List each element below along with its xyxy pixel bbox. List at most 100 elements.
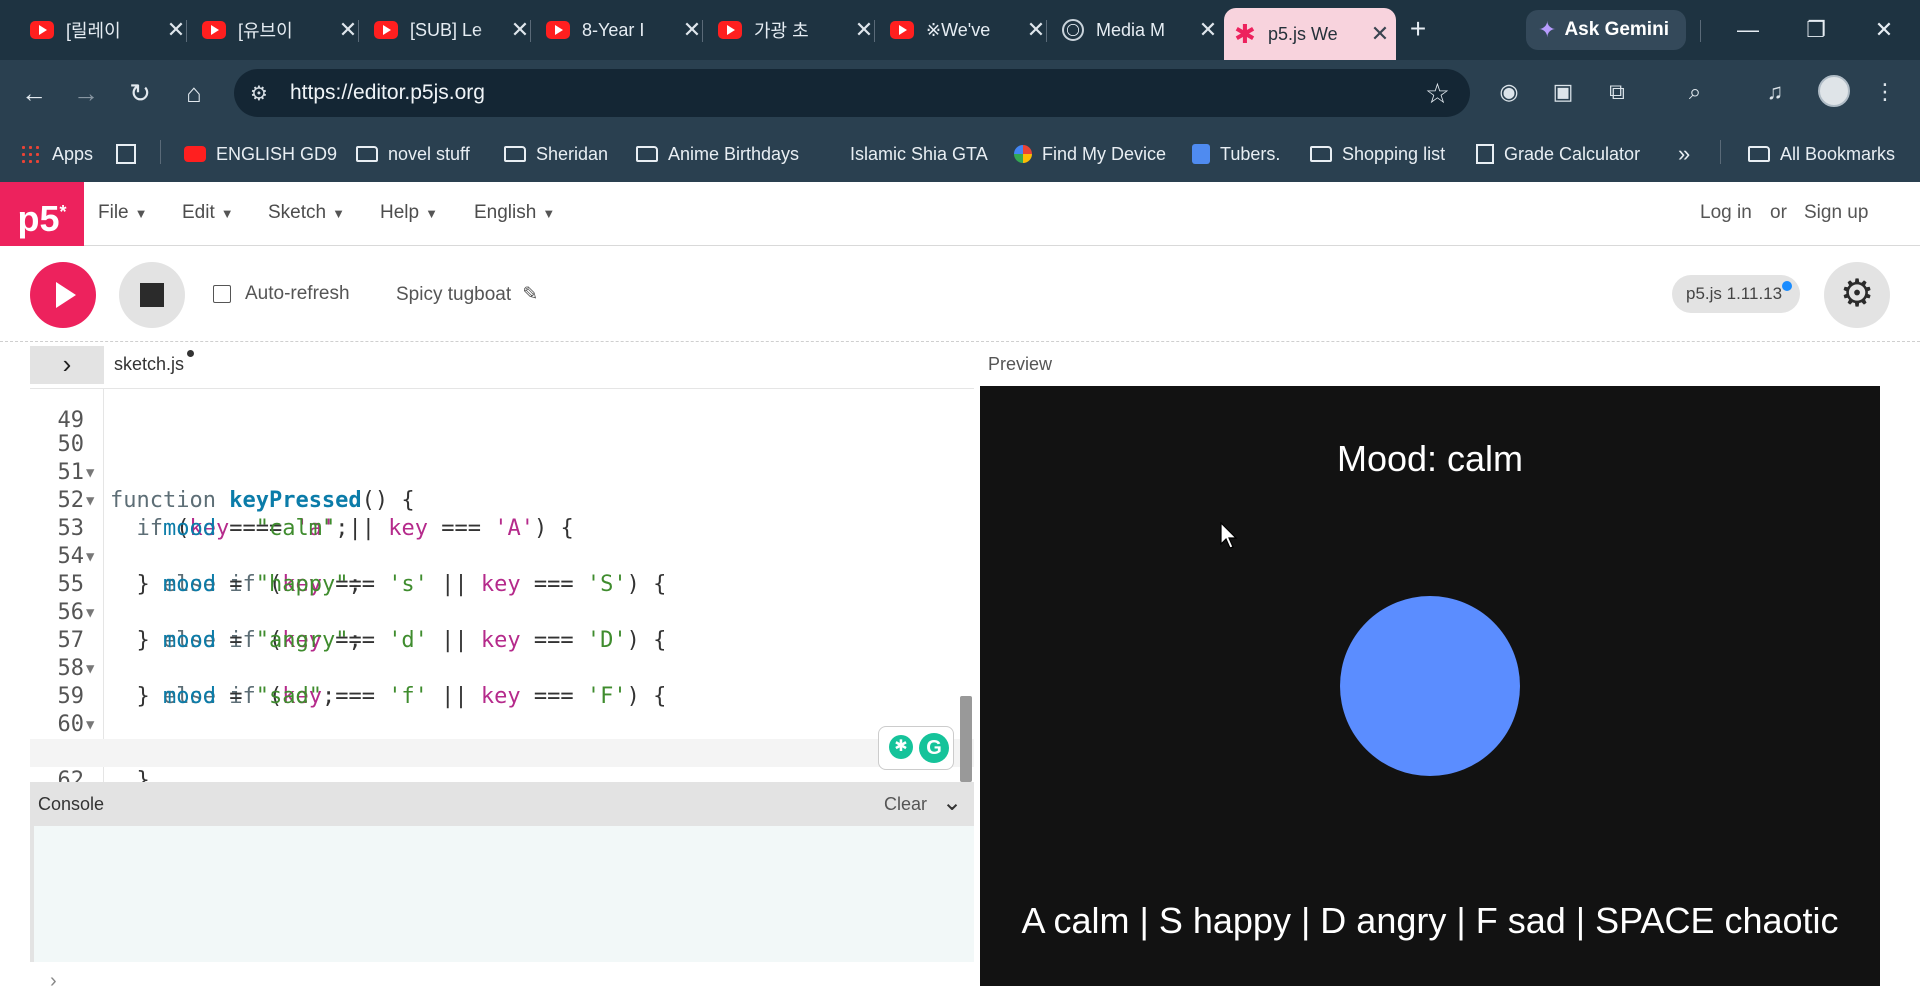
- globe-icon: [1062, 19, 1084, 41]
- bookmark-item[interactable]: Grade Calculator: [1476, 140, 1640, 168]
- console-prompt-chevron-icon[interactable]: ›: [50, 970, 57, 993]
- stop-button[interactable]: [119, 262, 185, 328]
- menu-help[interactable]: Help ▼: [380, 202, 438, 224]
- bookmark-item[interactable]: Tubers.: [1192, 140, 1280, 168]
- forward-arrow-icon[interactable]: →: [68, 75, 104, 111]
- new-tab-button[interactable]: +: [1400, 12, 1436, 48]
- back-arrow-icon[interactable]: ←: [16, 75, 52, 111]
- minimize-icon[interactable]: —: [1726, 12, 1770, 48]
- close-tab-icon[interactable]: ✕: [1192, 17, 1224, 43]
- close-tab-icon[interactable]: ✕: [160, 17, 192, 43]
- bookmark-apps[interactable]: Apps: [20, 140, 93, 168]
- address-bar[interactable]: ⚙ https://editor.p5js.org ☆: [234, 69, 1470, 117]
- browser-tab-strip: [릴레이 ✕ [유브이 ✕ [SUB] Le ✕ 8-Year I ✕ 가광 초…: [0, 0, 1920, 60]
- close-tab-icon[interactable]: ✕: [1364, 21, 1396, 47]
- browser-tab[interactable]: [SUB] Le ✕: [364, 10, 536, 50]
- extension-icon[interactable]: ▣: [1548, 77, 1578, 107]
- lightbulb-icon[interactable]: ✱: [889, 735, 913, 759]
- code-editor[interactable]: 49 50 ▼ function keyPressed() { 51 ▼ if …: [30, 388, 974, 782]
- apps-grid-icon: [20, 144, 42, 164]
- close-tab-icon[interactable]: ✕: [332, 17, 364, 43]
- media-control-icon[interactable]: ♫: [1760, 77, 1790, 107]
- extension-icon[interactable]: ◉: [1494, 77, 1524, 107]
- bookmark-item[interactable]: Islamic Shia GTA: [826, 140, 988, 168]
- sketch-canvas[interactable]: Mood: calm A calm | S happy | D angry | …: [980, 386, 1880, 986]
- grammarly-g-icon[interactable]: G: [919, 733, 949, 763]
- close-tab-icon[interactable]: ✕: [676, 17, 708, 43]
- bookmark-label: Grade Calculator: [1504, 143, 1641, 164]
- more-bookmarks-chevron-icon[interactable]: »: [1678, 140, 1690, 168]
- home-icon[interactable]: ⌂: [176, 75, 212, 111]
- pencil-icon[interactable]: ✎: [522, 284, 538, 305]
- play-button[interactable]: [30, 262, 96, 328]
- google-docs-icon: [1192, 144, 1210, 164]
- close-tab-icon[interactable]: ✕: [1020, 17, 1052, 43]
- puzzle-extensions-icon[interactable]: ⧉: [1602, 77, 1632, 107]
- profile-avatar[interactable]: [1818, 75, 1850, 107]
- bookmark-all[interactable]: All Bookmarks: [1748, 140, 1895, 168]
- browser-tab-active[interactable]: ✱ p5.js We ✕: [1224, 8, 1396, 60]
- settings-gear-button[interactable]: ⚙: [1824, 262, 1890, 328]
- bookmark-folder[interactable]: Sheridan: [504, 140, 608, 168]
- site-info-icon[interactable]: ⚙: [250, 81, 276, 105]
- close-tab-icon[interactable]: ✕: [848, 17, 880, 43]
- auto-refresh-checkbox[interactable]: [213, 285, 231, 303]
- browser-tab[interactable]: 가광 초 ✕: [708, 10, 880, 50]
- code-line: 52 mood = "calm";: [30, 459, 974, 541]
- browser-tab[interactable]: [유브이 ✕: [192, 10, 364, 50]
- chevron-down-icon[interactable]: ⌄: [942, 788, 962, 817]
- console-output[interactable]: [30, 826, 974, 962]
- tab-search-icon[interactable]: ⌕: [1680, 77, 1710, 107]
- bookmark-grid[interactable]: [116, 140, 146, 168]
- menu-dots-icon[interactable]: ⋮: [1870, 77, 1900, 107]
- tab-separator: [186, 20, 187, 42]
- bookmark-star-icon[interactable]: ☆: [1425, 77, 1450, 110]
- tab-title: 가광 초: [754, 21, 809, 41]
- bookmark-item[interactable]: ENGLISH GD9: [184, 140, 337, 168]
- tab-title: 8-Year I: [582, 19, 645, 40]
- file-tab-sketch[interactable]: sketch.js: [114, 350, 195, 375]
- signup-link[interactable]: Sign up: [1804, 202, 1868, 224]
- code-line: 58 mood = "sad";: [30, 627, 974, 709]
- console-clear-button[interactable]: Clear: [884, 794, 927, 815]
- bookmark-item[interactable]: Find My Device: [1014, 140, 1166, 168]
- grammarly-widget[interactable]: ✱ G: [878, 726, 954, 770]
- sketch-name[interactable]: Spicy tugboat ✎: [396, 283, 538, 306]
- gemini-sparkle-icon: ✦: [1538, 17, 1557, 42]
- url-text[interactable]: https://editor.p5js.org: [290, 81, 485, 105]
- bookmark-label: Anime Birthdays: [668, 143, 800, 164]
- login-link[interactable]: Log in: [1700, 202, 1752, 224]
- code-line: 56 mood = "angry";: [30, 571, 974, 653]
- bookmark-label: All Bookmarks: [1780, 143, 1896, 164]
- auto-refresh-label: Auto-refresh: [245, 283, 350, 304]
- menu-edit[interactable]: Edit ▼: [182, 202, 234, 224]
- bookmark-folder[interactable]: Shopping list: [1310, 140, 1445, 168]
- browser-tab[interactable]: 8-Year I ✕: [536, 10, 708, 50]
- menu-label: Sketch: [268, 202, 327, 223]
- browser-tab[interactable]: [릴레이 ✕: [20, 10, 192, 50]
- tab-separator: [530, 20, 531, 42]
- menu-file[interactable]: File ▼: [98, 202, 148, 224]
- close-tab-icon[interactable]: ✕: [504, 17, 536, 43]
- ask-gemini-button[interactable]: ✦ Ask Gemini: [1526, 10, 1686, 50]
- reload-icon[interactable]: ↻: [122, 75, 158, 111]
- menu-language[interactable]: English ▼: [474, 202, 555, 224]
- sidebar-expand-chevron-icon[interactable]: ›: [30, 346, 104, 384]
- browser-tab[interactable]: ※We've ✕: [880, 10, 1052, 50]
- close-window-icon[interactable]: ✕: [1862, 12, 1906, 48]
- auto-refresh-toggle[interactable]: Auto-refresh: [213, 283, 350, 305]
- bookmark-label: Sheridan: [536, 143, 609, 164]
- browser-tab[interactable]: Media M ✕: [1052, 10, 1224, 50]
- bookmark-folder[interactable]: Anime Birthdays: [636, 140, 799, 168]
- p5-logo[interactable]: p5*: [0, 182, 84, 246]
- code-line: 60 mood = "chaotic";: [30, 683, 974, 765]
- tab-separator: [874, 20, 875, 42]
- or-text: or: [1770, 202, 1787, 223]
- version-badge[interactable]: p5.js 1.11.13: [1672, 275, 1801, 313]
- menu-sketch[interactable]: Sketch ▼: [268, 202, 345, 224]
- tab-title: [릴레이: [66, 21, 121, 41]
- bookmarks-bar: Apps ENGLISH GD9 novel stuff Sheridan An…: [0, 126, 1920, 182]
- editor-scrollbar[interactable]: [960, 696, 972, 782]
- restore-icon[interactable]: ❐: [1794, 12, 1838, 48]
- bookmark-folder[interactable]: novel stuff: [356, 140, 470, 168]
